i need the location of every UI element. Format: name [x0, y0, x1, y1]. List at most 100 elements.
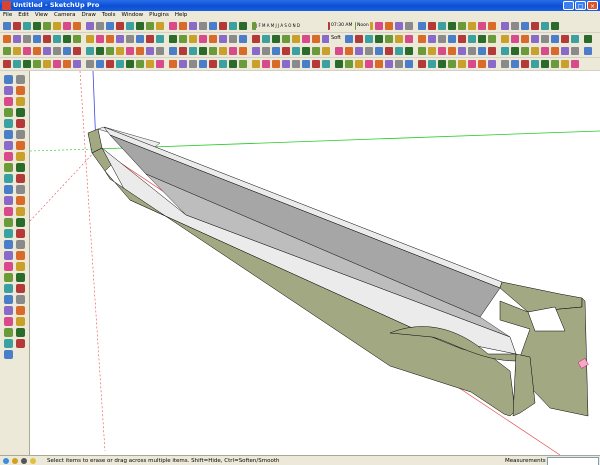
menu-tools[interactable]: Tools: [99, 11, 119, 20]
edit-tool-icon-24[interactable]: [239, 47, 247, 55]
edit-tool-icon-12[interactable]: [116, 47, 124, 55]
scenes-tool-icon[interactable]: [16, 295, 25, 304]
arc-tool-icon[interactable]: [4, 108, 13, 117]
zoom-window-tool-icon[interactable]: [4, 207, 13, 216]
edit-tool-icon-43[interactable]: [438, 47, 446, 55]
edit-tool-icon-1[interactable]: [3, 47, 11, 55]
edit-tool-icon-41[interactable]: [418, 47, 426, 55]
plugin-tool-icon-29[interactable]: [292, 60, 300, 68]
entity-info-tool-icon[interactable]: [16, 328, 25, 337]
plugin-tool-icon-55[interactable]: [561, 60, 569, 68]
draw-tool-icon-16[interactable]: [156, 35, 164, 43]
draw-tool-icon-20[interactable]: [199, 35, 207, 43]
standard-tool-icon-43[interactable]: [438, 22, 446, 30]
menu-view[interactable]: View: [32, 11, 51, 20]
plugin-tool-icon-12[interactable]: [116, 60, 124, 68]
plugin-tool-icon-36[interactable]: [365, 60, 373, 68]
edit-tool-icon-51[interactable]: [521, 47, 529, 55]
plugin-tool-icon-26[interactable]: [262, 60, 270, 68]
edit-tool-icon-28[interactable]: [282, 47, 290, 55]
edit-tool-icon-40[interactable]: [405, 47, 413, 55]
edit-tool-icon-25[interactable]: [252, 47, 260, 55]
draw-tool-icon-53[interactable]: [541, 35, 549, 43]
draw-tool-icon-35[interactable]: [355, 35, 363, 43]
edit-tool-icon-2[interactable]: [13, 47, 21, 55]
draw-tool-icon-14[interactable]: [136, 35, 144, 43]
standard-tool-icon-54[interactable]: [551, 22, 559, 30]
edit-tool-icon-37[interactable]: [375, 47, 383, 55]
standard-tool-icon-48[interactable]: [488, 22, 496, 30]
plugin-tool-icon-49[interactable]: [501, 60, 509, 68]
plugin-tool-icon-30[interactable]: [302, 60, 310, 68]
model-canvas[interactable]: [30, 71, 600, 455]
draw-tool-icon-3[interactable]: [23, 35, 31, 43]
axes-tool-icon[interactable]: [16, 174, 25, 183]
edit-tool-icon-32[interactable]: [322, 47, 330, 55]
draw-tool-icon-30[interactable]: [302, 35, 310, 43]
draw-tool-icon-37[interactable]: [375, 35, 383, 43]
plugin-tool-icon-45[interactable]: [458, 60, 466, 68]
walk-through-tool-icon[interactable]: [4, 284, 13, 293]
export-tool-icon[interactable]: [4, 350, 13, 359]
plugin-tool-icon-40[interactable]: [405, 60, 413, 68]
plugin-tool-icon-38[interactable]: [385, 60, 393, 68]
follow-me-tool-icon[interactable]: [4, 141, 13, 150]
standard-tool-icon-3[interactable]: [23, 22, 31, 30]
styles-tool-icon[interactable]: [4, 295, 13, 304]
draw-tool-icon-17[interactable]: [169, 35, 177, 43]
edit-tool-icon-16[interactable]: [156, 47, 164, 55]
standard-tool-icon-22[interactable]: [219, 22, 227, 30]
draw-tool-icon-24[interactable]: [239, 35, 247, 43]
standard-tool-icon-46[interactable]: [468, 22, 476, 30]
close-button[interactable]: ×: [587, 1, 598, 10]
plugin-tool-icon-17[interactable]: [169, 60, 177, 68]
modeling-viewport[interactable]: [30, 71, 600, 455]
pan-tool-icon[interactable]: [4, 196, 13, 205]
standard-tool-icon-40[interactable]: [405, 22, 413, 30]
minimize-button[interactable]: _: [563, 1, 574, 10]
plugin-tool-icon-41[interactable]: [418, 60, 426, 68]
edit-tool-icon-20[interactable]: [199, 47, 207, 55]
plugin-tool-icon-27[interactable]: [272, 60, 280, 68]
draw-tool-icon-4[interactable]: [33, 35, 41, 43]
plugin-tool-icon-21[interactable]: [209, 60, 217, 68]
edit-tool-icon-17[interactable]: [169, 47, 177, 55]
standard-tool-icon-41[interactable]: [418, 22, 426, 30]
maximize-button[interactable]: □: [575, 1, 586, 10]
draw-tool-icon-28[interactable]: [282, 35, 290, 43]
edit-tool-icon-8[interactable]: [73, 47, 81, 55]
polygon-tool-icon[interactable]: [16, 108, 25, 117]
standard-tool-icon-7[interactable]: [63, 22, 71, 30]
draw-tool-icon-50[interactable]: [511, 35, 519, 43]
draw-tool-icon-54[interactable]: [551, 35, 559, 43]
plugin-tool-icon-54[interactable]: [551, 60, 559, 68]
draw-tool-icon-15[interactable]: [146, 35, 154, 43]
menu-plugins[interactable]: Plugins: [146, 11, 172, 20]
edit-tool-icon-46[interactable]: [468, 47, 476, 55]
plugin-tool-icon-3[interactable]: [23, 60, 31, 68]
plugin-tool-icon-8[interactable]: [73, 60, 81, 68]
move-tool-icon[interactable]: [4, 130, 13, 139]
plugin-tool-icon-4[interactable]: [33, 60, 41, 68]
standard-tool-icon-50[interactable]: [511, 22, 519, 30]
position-camera-tool-icon[interactable]: [4, 229, 13, 238]
section-tool-icon[interactable]: [4, 185, 13, 194]
eraser-tool-icon[interactable]: [16, 75, 25, 84]
plugin-tool-icon-53[interactable]: [541, 60, 549, 68]
zoom-extents-tool-icon[interactable]: [16, 207, 25, 216]
plugin-tool-icon-44[interactable]: [448, 60, 456, 68]
orbit-tool-icon[interactable]: [16, 185, 25, 194]
standard-tool-icon-17[interactable]: [169, 22, 177, 30]
edit-tool-icon-56[interactable]: [571, 47, 579, 55]
edit-tool-icon-48[interactable]: [488, 47, 496, 55]
edit-tool-icon-11[interactable]: [106, 47, 114, 55]
standard-tool-icon-8[interactable]: [73, 22, 81, 30]
standard-tool-icon-14[interactable]: [136, 22, 144, 30]
plugin-tool-icon-19[interactable]: [189, 60, 197, 68]
edit-tool-icon-29[interactable]: [292, 47, 300, 55]
select-tool-icon[interactable]: [4, 75, 13, 84]
standard-tool-icon-1[interactable]: [3, 22, 11, 30]
draw-tool-icon-6[interactable]: [53, 35, 61, 43]
draw-tool-icon-57[interactable]: [584, 35, 592, 43]
edit-tool-icon-49[interactable]: [501, 47, 509, 55]
